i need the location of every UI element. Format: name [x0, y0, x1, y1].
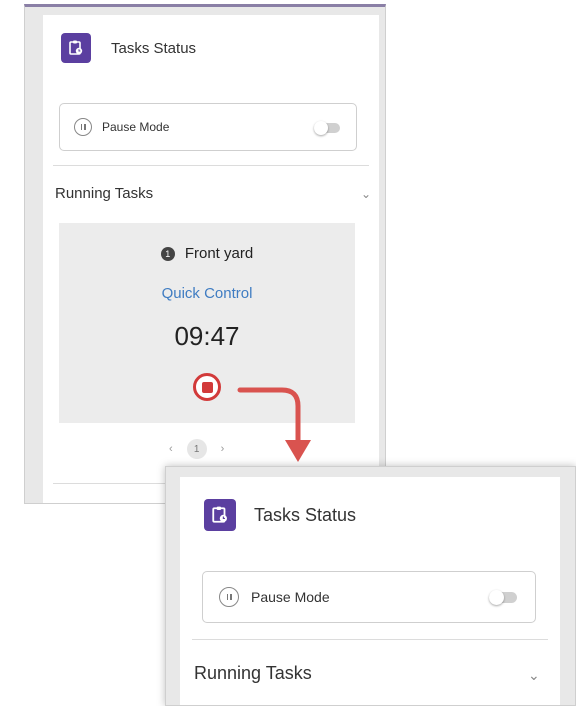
prev-page-button[interactable]: ‹	[169, 443, 173, 455]
divider	[192, 639, 548, 640]
widget-title: Tasks Status	[254, 504, 357, 525]
tasks-status-card: Tasks Status Pause Mode Running Tasks ⌄ …	[43, 15, 379, 503]
pause-mode-label: Pause Mode	[102, 120, 170, 134]
widget-title: Tasks Status	[111, 39, 197, 57]
task-title-row: 1 Front yard	[59, 245, 355, 262]
quick-control-link[interactable]: Quick Control	[162, 285, 253, 302]
chevron-down-icon[interactable]: ⌄	[361, 187, 371, 201]
chevron-down-icon[interactable]: ⌄	[528, 667, 540, 684]
tasks-status-panel-after: Tasks Status Pause Mode Running Tasks ⌄	[165, 466, 576, 706]
pause-mode-row: Pause Mode	[59, 103, 357, 151]
running-tasks-heading: Running Tasks	[194, 663, 312, 683]
task-name: Front yard	[184, 245, 254, 262]
timer-row: 09:47	[59, 321, 355, 352]
task-timer: 09:47	[174, 321, 240, 351]
pause-circle-icon	[219, 587, 239, 607]
pause-mode-label: Pause Mode	[251, 589, 330, 605]
task-number-badge: 1	[160, 246, 175, 261]
next-page-button[interactable]: ›	[221, 443, 225, 455]
pause-mode-toggle[interactable]	[314, 121, 340, 135]
toggle-knob	[489, 590, 504, 605]
card-header: Tasks Status	[204, 499, 356, 531]
running-task-card: 1 Front yard Quick Control 09:47	[59, 223, 355, 423]
pause-mode-row: Pause Mode	[202, 571, 536, 623]
quick-control-row: Quick Control	[59, 285, 355, 302]
clipboard-clock-icon	[204, 499, 236, 531]
clipboard-clock-icon	[61, 33, 91, 63]
card-header: Tasks Status	[61, 33, 196, 63]
stop-row	[59, 373, 355, 401]
tasks-status-card: Tasks Status Pause Mode Running Tasks ⌄	[180, 477, 560, 705]
pause-mode-toggle[interactable]	[489, 590, 517, 605]
pause-circle-icon	[74, 118, 92, 136]
stop-icon	[201, 381, 213, 393]
stop-button[interactable]	[193, 373, 221, 401]
divider	[53, 165, 369, 166]
toggle-knob	[314, 121, 328, 135]
task-pager: ‹ 1 ›	[169, 439, 224, 459]
tasks-status-panel-before: Tasks Status Pause Mode Running Tasks ⌄ …	[24, 4, 386, 504]
page-indicator[interactable]: 1	[186, 439, 207, 459]
running-tasks-heading: Running Tasks	[55, 185, 154, 202]
